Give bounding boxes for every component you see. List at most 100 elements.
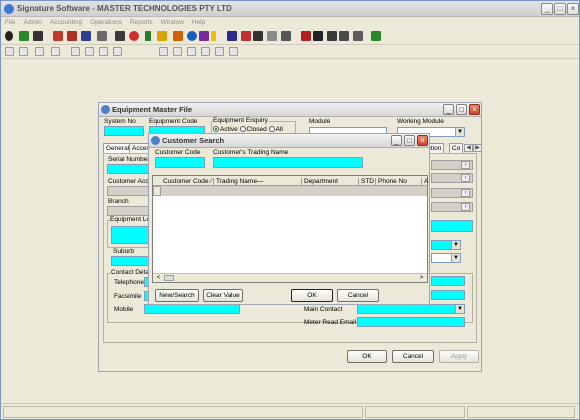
phone-icon[interactable]	[157, 31, 167, 41]
close-button[interactable]: ×	[567, 3, 579, 15]
right-field-4-button[interactable]: ›	[461, 203, 470, 211]
scroll-thumb[interactable]	[164, 275, 174, 281]
first-record-icon[interactable]	[71, 47, 80, 56]
column-department[interactable]: Department	[301, 178, 338, 185]
bowl-icon[interactable]	[129, 31, 139, 41]
meter-read-email-field[interactable]	[357, 317, 465, 327]
column-phone-no[interactable]: Phone No	[375, 178, 407, 185]
cascade-icon[interactable]	[353, 31, 363, 41]
chevron-down-icon[interactable]: ▼	[455, 305, 464, 313]
binoculars-icon[interactable]	[253, 31, 263, 41]
music-icon[interactable]	[199, 31, 209, 41]
warning-icon[interactable]	[51, 47, 60, 56]
customer-search-minimize-button[interactable]: _	[391, 135, 402, 146]
menu-reports[interactable]: Reports	[130, 17, 153, 29]
main-contact-select[interactable]: ▼	[357, 304, 465, 314]
edit-icon[interactable]	[187, 47, 196, 56]
print-icon[interactable]	[371, 31, 381, 41]
save-icon[interactable]	[19, 31, 29, 41]
equipment-maximize-button[interactable]: □	[456, 104, 467, 115]
right-field-2-button[interactable]: ›	[461, 174, 470, 182]
chevron-down-icon[interactable]: ▼	[451, 254, 460, 262]
menu-admin[interactable]: Admin	[23, 17, 41, 29]
print-record-icon[interactable]	[35, 47, 44, 56]
system-no-field[interactable]	[104, 126, 144, 136]
equipment-ok-button[interactable]: OK	[347, 350, 387, 363]
grid-icon[interactable]	[33, 31, 43, 41]
suburb-field[interactable]	[111, 256, 151, 266]
menu-accounting[interactable]: Accounting	[50, 17, 82, 29]
scroll-left-icon[interactable]: <	[154, 274, 163, 282]
customer-search-cancel-button[interactable]: Cancel	[337, 289, 379, 302]
menu-window[interactable]: Window	[161, 17, 184, 29]
bottle-icon[interactable]	[145, 31, 151, 41]
customer-code-field[interactable]	[155, 157, 205, 168]
delete-icon[interactable]	[173, 47, 182, 56]
customer-account-field[interactable]	[107, 186, 153, 196]
right-field-3-button[interactable]: ›	[461, 189, 470, 197]
radio-all[interactable]	[268, 126, 275, 133]
column-customer-code[interactable]: Customer Code ∕	[163, 178, 211, 185]
refresh-icon[interactable]	[229, 47, 238, 56]
chevron-down-icon[interactable]: ▼	[455, 128, 464, 136]
sort-icon[interactable]	[267, 31, 277, 41]
customer-search-maximize-button[interactable]: □	[404, 135, 415, 146]
minimize-button[interactable]: _	[541, 3, 553, 15]
customer-search-ok-button[interactable]: OK	[291, 289, 333, 302]
arrow-icon[interactable]	[67, 31, 77, 41]
equipment-cancel-button[interactable]: Cancel	[392, 350, 434, 363]
list-icon[interactable]	[327, 31, 337, 41]
right-select-1[interactable]: ▼	[431, 240, 461, 250]
add-icon[interactable]	[159, 47, 168, 56]
last-record-icon[interactable]	[113, 47, 122, 56]
ie-icon[interactable]	[187, 31, 197, 41]
tab-counters[interactable]: Co	[449, 143, 464, 153]
chevron-down-icon[interactable]: ▼	[451, 241, 460, 249]
clear-value-button[interactable]: Clear Value	[203, 289, 243, 302]
document-icon[interactable]	[97, 31, 107, 41]
results-grid[interactable]: Customer Code ∕ Trading Name— Department…	[152, 175, 428, 283]
right-field-7[interactable]	[431, 290, 465, 300]
column-address[interactable]: A	[421, 178, 428, 185]
maximize-button[interactable]: □	[554, 3, 566, 15]
edit-record-icon[interactable]	[19, 47, 28, 56]
mobile-field[interactable]	[144, 304, 240, 314]
menu-file[interactable]: File	[5, 17, 15, 29]
windows-icon[interactable]	[339, 31, 349, 41]
runner-icon[interactable]	[5, 31, 13, 41]
right-field-1-button[interactable]: ›	[461, 161, 470, 169]
next-record-icon[interactable]	[99, 47, 108, 56]
tab-scroll-left-icon[interactable]: ◀	[464, 144, 473, 152]
cancel-icon[interactable]	[215, 47, 224, 56]
new-search-button[interactable]: New/Search	[155, 289, 199, 302]
clipboard-icon[interactable]	[281, 31, 291, 41]
column-std[interactable]: STD	[358, 178, 374, 185]
contacts-icon[interactable]	[81, 31, 91, 41]
scroll-right-icon[interactable]: >	[417, 274, 426, 282]
right-field-5[interactable]	[431, 220, 473, 232]
prev-record-icon[interactable]	[85, 47, 94, 56]
column-trading-name[interactable]: Trading Name—	[213, 178, 263, 185]
truck-icon[interactable]	[115, 31, 125, 41]
menu-help[interactable]: Help	[192, 17, 205, 29]
radio-closed[interactable]	[239, 126, 246, 133]
pencil-icon[interactable]	[173, 31, 183, 41]
new-record-icon[interactable]	[5, 47, 14, 56]
serial-number-field[interactable]	[107, 164, 153, 174]
right-select-2[interactable]: ▼	[431, 253, 461, 263]
eraser-icon[interactable]	[301, 31, 311, 41]
customer-search-close-button[interactable]: ×	[417, 135, 428, 146]
trading-name-field[interactable]	[213, 157, 363, 168]
menu-operations[interactable]: Operations	[90, 17, 122, 29]
checklist-icon[interactable]	[313, 31, 323, 41]
right-field-6[interactable]	[431, 276, 465, 286]
chart-icon[interactable]	[241, 31, 251, 41]
book-icon[interactable]	[53, 31, 63, 41]
horizontal-scrollbar[interactable]: < >	[153, 273, 427, 282]
equipment-apply-button[interactable]: Apply	[439, 350, 479, 363]
equipment-location-field[interactable]	[111, 226, 151, 244]
accept-icon[interactable]	[201, 47, 210, 56]
branch-field[interactable]	[107, 206, 153, 216]
equipment-close-button[interactable]: ×	[469, 104, 480, 115]
tab-scroll-right-icon[interactable]: ▶	[473, 144, 482, 152]
